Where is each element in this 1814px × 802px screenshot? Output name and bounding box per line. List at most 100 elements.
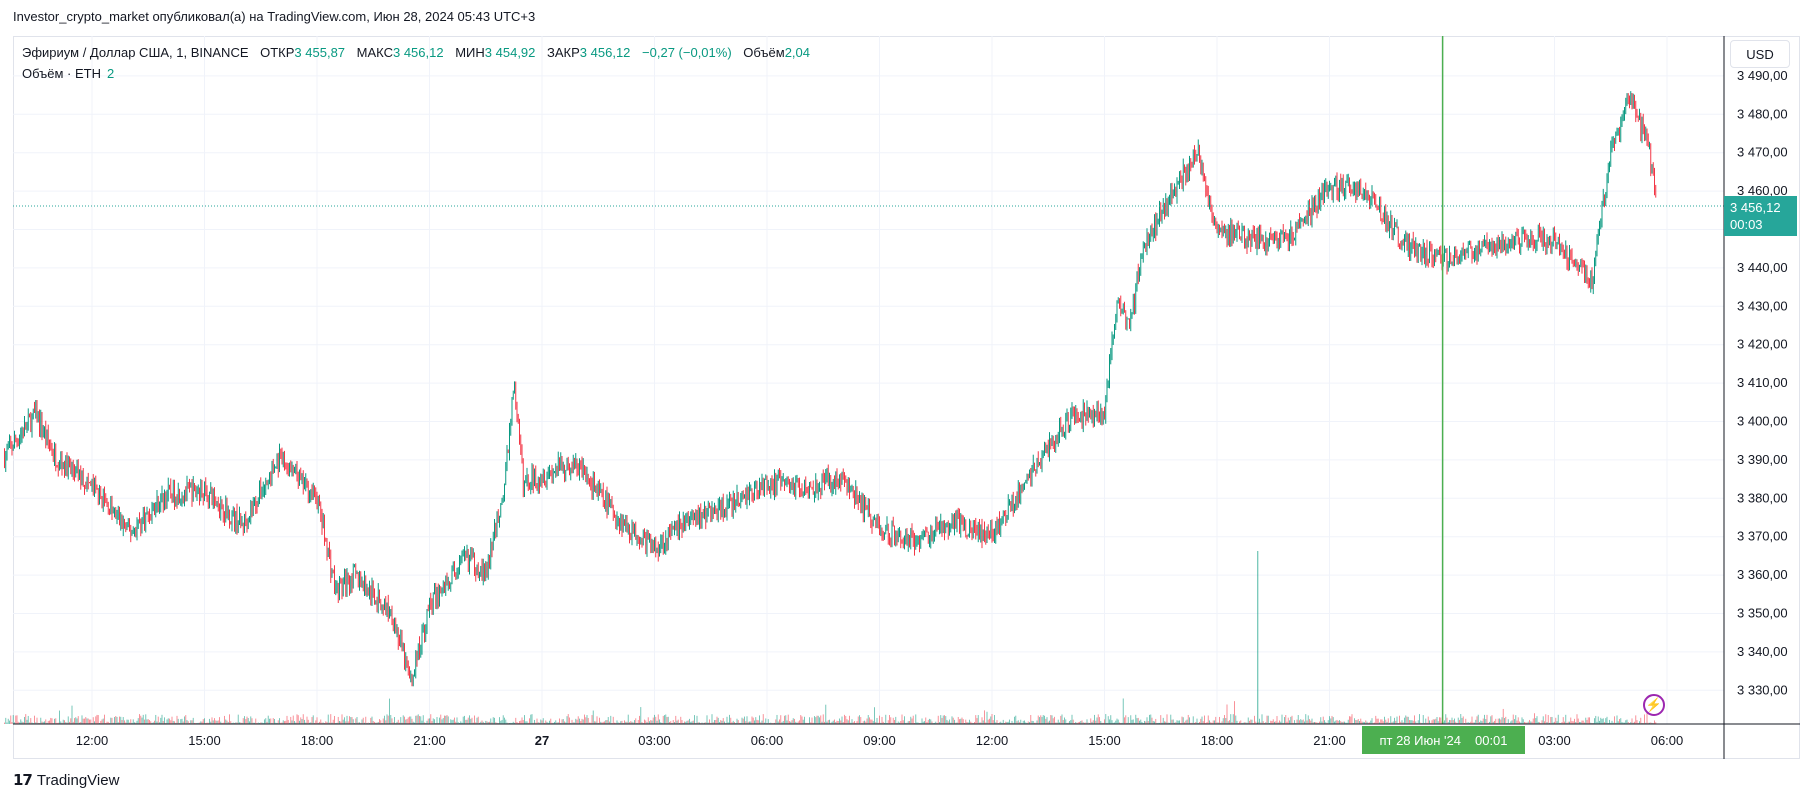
volume-bar — [895, 716, 897, 724]
volume-bar — [849, 715, 850, 724]
volume-bar — [477, 716, 479, 724]
price-axis: 3 330,00 3 340,00 3 350,00 3 360,00 3 370,00… — [1723, 36, 1788, 759]
volume-bar — [752, 717, 754, 724]
volume-bar — [1625, 720, 1627, 724]
volume-bar — [1041, 716, 1043, 724]
volume-bar — [819, 717, 820, 724]
price-chart[interactable]: 3 330,00 3 340,00 3 350,00 3 360,00 3 370,00… — [0, 0, 1814, 802]
symbol-name[interactable]: Эфириум / Доллар США, 1, BINANCE — [22, 45, 249, 60]
volume-bar — [16, 715, 18, 724]
volume-bar — [582, 719, 584, 724]
volume-bar — [1355, 719, 1357, 724]
volume-bar — [921, 718, 923, 724]
symbol-legend[interactable]: Эфириум / Доллар США, 1, BINANCE ОТКР3 4… — [22, 45, 810, 60]
volume-bar — [942, 715, 944, 724]
volume-bar — [1381, 719, 1383, 724]
volume-bar — [541, 720, 543, 724]
volume-bar — [1185, 720, 1187, 724]
volume-bar — [1092, 720, 1094, 724]
volume-bar — [212, 720, 214, 724]
volume-bar — [957, 716, 959, 724]
volume-bar — [1435, 718, 1437, 724]
volume-bar — [30, 718, 32, 724]
volume-bar — [754, 720, 755, 724]
volume-bar — [1294, 720, 1295, 724]
volume-bar — [456, 717, 458, 724]
volume-bar — [1401, 720, 1403, 724]
volume-bar — [1062, 719, 1064, 724]
volume-bar — [1054, 716, 1055, 724]
volume-bar — [1257, 551, 1259, 724]
volume-bar — [180, 719, 182, 724]
high-value: 3 456,12 — [392, 45, 444, 60]
volume-bar — [1515, 715, 1517, 724]
volume-bar — [1465, 718, 1467, 724]
volume-bar — [1234, 701, 1235, 724]
volume-bar — [576, 719, 578, 724]
volume-bar — [876, 717, 878, 724]
volume-bar — [300, 717, 302, 724]
volume-bar — [1289, 720, 1290, 724]
volume-bar — [59, 710, 60, 724]
volume-bar — [356, 717, 358, 724]
volume-bar — [889, 715, 890, 724]
volume-bar — [1486, 714, 1488, 724]
volume-bar — [1235, 715, 1237, 724]
time-tick-label: 18:00 — [301, 733, 334, 748]
volume-bar — [530, 714, 532, 724]
volume-bar — [1117, 719, 1119, 724]
volume-bar — [1351, 714, 1353, 724]
volume-bar — [441, 719, 443, 724]
volume-bar — [454, 717, 455, 724]
volume-bar — [274, 719, 275, 724]
volume-bar — [470, 718, 472, 724]
tradingview-logo[interactable]: 𝟭𝟳 TradingView — [13, 771, 119, 790]
volume-bar — [521, 717, 523, 724]
volume-study-name[interactable]: Объём · ETH — [22, 66, 101, 81]
volume-bar — [1557, 714, 1559, 724]
volume-bar — [1002, 719, 1004, 724]
volume-bar — [1600, 717, 1602, 724]
volume-bar — [1060, 715, 1062, 724]
volume-bar — [476, 717, 478, 724]
volume-bar — [976, 718, 978, 724]
volume-bar — [635, 718, 637, 724]
volume-bar — [1581, 720, 1583, 724]
volume-study-legend[interactable]: Объём · ETH 2 — [22, 66, 114, 81]
volume-bar — [116, 716, 118, 724]
volume-bar — [12, 715, 14, 724]
volume-bar — [77, 716, 79, 724]
volume-bar — [657, 714, 659, 724]
volume-bar — [990, 716, 992, 724]
volume-bar — [904, 716, 905, 724]
currency-button[interactable]: USD — [1730, 40, 1790, 68]
volume-bar — [1305, 714, 1307, 724]
volume-bar — [1192, 716, 1194, 724]
volume-bar — [961, 717, 963, 724]
volume-bar — [879, 715, 880, 724]
volume-bar — [387, 715, 389, 724]
volume-bar — [402, 715, 404, 724]
volume-bar — [1251, 719, 1253, 724]
volume-bar — [86, 718, 88, 724]
volume-bar — [647, 717, 649, 724]
volume-bar — [716, 716, 718, 724]
volume-bar — [1266, 715, 1268, 724]
lightning-icon[interactable]: ⚡ — [1643, 694, 1665, 716]
volume-bar — [75, 717, 77, 724]
volume-bar — [40, 717, 42, 724]
volume-bar — [380, 720, 382, 724]
volume-bar — [92, 717, 94, 724]
volume-bar — [436, 717, 438, 724]
volume-bar — [119, 716, 120, 724]
volume-bar — [1200, 718, 1202, 724]
volume-bar — [141, 717, 143, 724]
high-label: МАКС — [356, 45, 393, 60]
price-tick-label: 3 420,00 — [1737, 337, 1788, 352]
volume-bar — [1050, 715, 1052, 724]
volume-bar — [120, 716, 122, 724]
volume-bar — [1376, 718, 1378, 724]
volume-bar — [820, 715, 822, 724]
volume-bar — [1040, 715, 1042, 724]
volume-bar — [1410, 720, 1412, 724]
